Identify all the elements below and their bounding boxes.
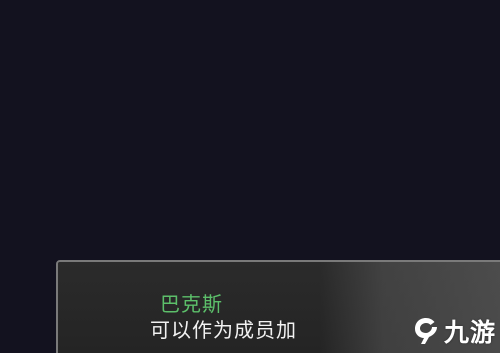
speaker-name: 巴克斯 [160, 292, 223, 316]
dialogue-box[interactable]: 巴克斯 可以作为成员加 [56, 260, 500, 353]
game-screen: 巴克斯 可以作为成员加 九游 [0, 0, 500, 353]
dialogue-text: 可以作为成员加 [150, 318, 297, 342]
